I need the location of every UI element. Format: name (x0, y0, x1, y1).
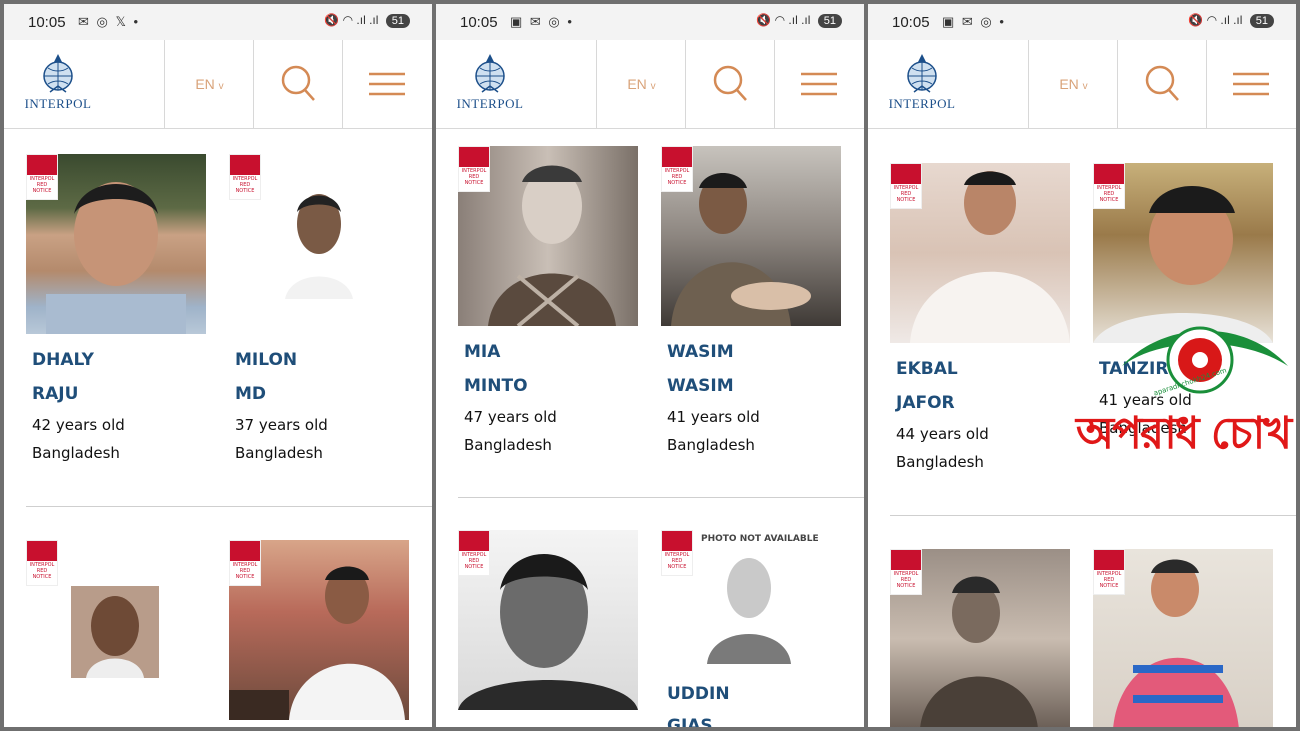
age: 37 years old (235, 416, 328, 434)
red-notice-badge: INTERPOL RED NOTICE (1093, 163, 1125, 209)
notification-icons: ▣ ✉ ◎ • (510, 14, 574, 29)
last-name[interactable]: DHALY (32, 350, 94, 370)
battery-icon: 51 (817, 14, 842, 28)
language-label: EN (195, 76, 215, 92)
hamburger-menu-icon (369, 72, 405, 96)
age: 42 years old (32, 416, 125, 434)
menu-button[interactable] (774, 40, 864, 128)
red-notice-badge: INTERPOL RED NOTICE (661, 146, 693, 192)
status-time: 10:05 (892, 14, 930, 31)
globe-icon (43, 54, 73, 93)
search-icon (281, 65, 315, 101)
search-button[interactable] (253, 40, 343, 128)
phone-panel-1: 10:05 ✉ ◎ 𝕏 • 🔇 ◠ .ıl .ıl 51 INTERPOL EN… (4, 4, 432, 727)
search-icon (713, 65, 747, 101)
red-notice-badge: INTERPOL RED NOTICE (229, 154, 261, 200)
last-name[interactable]: MILON (235, 350, 297, 370)
status-bar: 10:05 ▣ ✉ ◎ • 🔇 ◠ .ıl .ıl 51 (436, 4, 864, 40)
red-notice-badge: INTERPOL RED NOTICE (458, 530, 490, 576)
search-icon (1145, 65, 1179, 101)
interpol-logo[interactable]: INTERPOL (886, 52, 958, 118)
red-notice-badge: INTERPOL RED NOTICE (229, 540, 261, 586)
nationality: Bangladesh (32, 444, 120, 462)
battery-icon: 51 (1249, 14, 1274, 28)
red-notice-badge: INTERPOL RED NOTICE (458, 146, 490, 192)
globe-icon (475, 54, 505, 93)
red-notice-badge: INTERPOL RED NOTICE (1093, 549, 1125, 595)
photo-not-available-label: PHOTO NOT AVAILABLE (701, 534, 819, 544)
last-name[interactable]: EKBAL (896, 359, 958, 379)
chevron-down-icon: v (650, 81, 656, 92)
first-name[interactable]: RAJU (32, 384, 78, 404)
red-notice-badge: INTERPOL RED NOTICE (26, 154, 58, 200)
age: 41 years old (667, 408, 760, 426)
logo-text: INTERPOL (456, 96, 524, 111)
watermark-text: অপরাধ চোখ (1076, 408, 1292, 459)
status-time: 10:05 (460, 14, 498, 31)
menu-button[interactable] (1206, 40, 1296, 128)
hamburger-menu-icon (1233, 72, 1269, 96)
age: 44 years old (896, 425, 989, 443)
status-bar: 10:05 ✉ ◎ 𝕏 • 🔇 ◠ .ıl .ıl 51 (4, 4, 432, 40)
interpol-logo[interactable]: INTERPOL (22, 52, 94, 118)
chevron-down-icon: v (218, 81, 224, 92)
language-selector[interactable]: EN v (164, 40, 254, 128)
status-time: 10:05 (28, 14, 66, 31)
first-name[interactable]: GIAS (667, 716, 713, 727)
nationality: Bangladesh (667, 436, 755, 454)
nationality: Bangladesh (464, 436, 552, 454)
system-icons: 🔇 ◠ .ıl .ıl 51 (1188, 13, 1274, 28)
interpol-logo[interactable]: INTERPOL (454, 52, 526, 118)
first-name[interactable]: MD (235, 384, 266, 404)
battery-icon: 51 (385, 14, 410, 28)
search-button[interactable] (685, 40, 775, 128)
notification-icons: ▣ ✉ ◎ • (942, 14, 1006, 29)
last-name[interactable]: UDDIN (667, 684, 730, 704)
first-name[interactable]: MINTO (464, 376, 528, 396)
top-nav: INTERPOL EN v (868, 40, 1296, 129)
hamburger-menu-icon (801, 72, 837, 96)
nationality: Bangladesh (896, 453, 984, 471)
last-name[interactable]: MIA (464, 342, 500, 362)
language-label: EN (1059, 76, 1079, 92)
first-name[interactable]: JAFOR (896, 393, 955, 413)
row-divider (458, 497, 864, 498)
top-nav: INTERPOL EN v (436, 40, 864, 129)
system-icons: 🔇 ◠ .ıl .ıl 51 (324, 13, 410, 28)
system-icons: 🔇 ◠ .ıl .ıl 51 (756, 13, 842, 28)
menu-button[interactable] (342, 40, 432, 128)
first-name[interactable]: WASIM (667, 376, 734, 396)
row-divider (26, 506, 432, 507)
red-notice-badge: INTERPOL RED NOTICE (661, 530, 693, 576)
language-selector[interactable]: EN v (1028, 40, 1118, 128)
logo-text: INTERPOL (888, 96, 956, 111)
red-notice-badge: INTERPOL RED NOTICE (26, 540, 58, 586)
phone-panel-2: 10:05 ▣ ✉ ◎ • 🔇 ◠ .ıl .ıl 51 INTERPOL EN… (436, 4, 864, 727)
news-watermark-logo: aparadhchokh24.com অপরাধ চোখ (1076, 316, 1300, 459)
red-notice-badge: INTERPOL RED NOTICE (890, 163, 922, 209)
red-notice-badge: INTERPOL RED NOTICE (890, 549, 922, 595)
globe-icon (907, 54, 937, 93)
language-selector[interactable]: EN v (596, 40, 686, 128)
age: 47 years old (464, 408, 557, 426)
nationality: Bangladesh (235, 444, 323, 462)
search-button[interactable] (1117, 40, 1207, 128)
last-name[interactable]: WASIM (667, 342, 734, 362)
top-nav: INTERPOL EN v (4, 40, 432, 129)
status-bar: 10:05 ▣ ✉ ◎ • 🔇 ◠ .ıl .ıl 51 (868, 4, 1296, 40)
notification-icons: ✉ ◎ 𝕏 • (78, 14, 141, 29)
row-divider (890, 515, 1296, 516)
chevron-down-icon: v (1082, 81, 1088, 92)
logo-text: INTERPOL (24, 96, 92, 111)
language-label: EN (627, 76, 647, 92)
